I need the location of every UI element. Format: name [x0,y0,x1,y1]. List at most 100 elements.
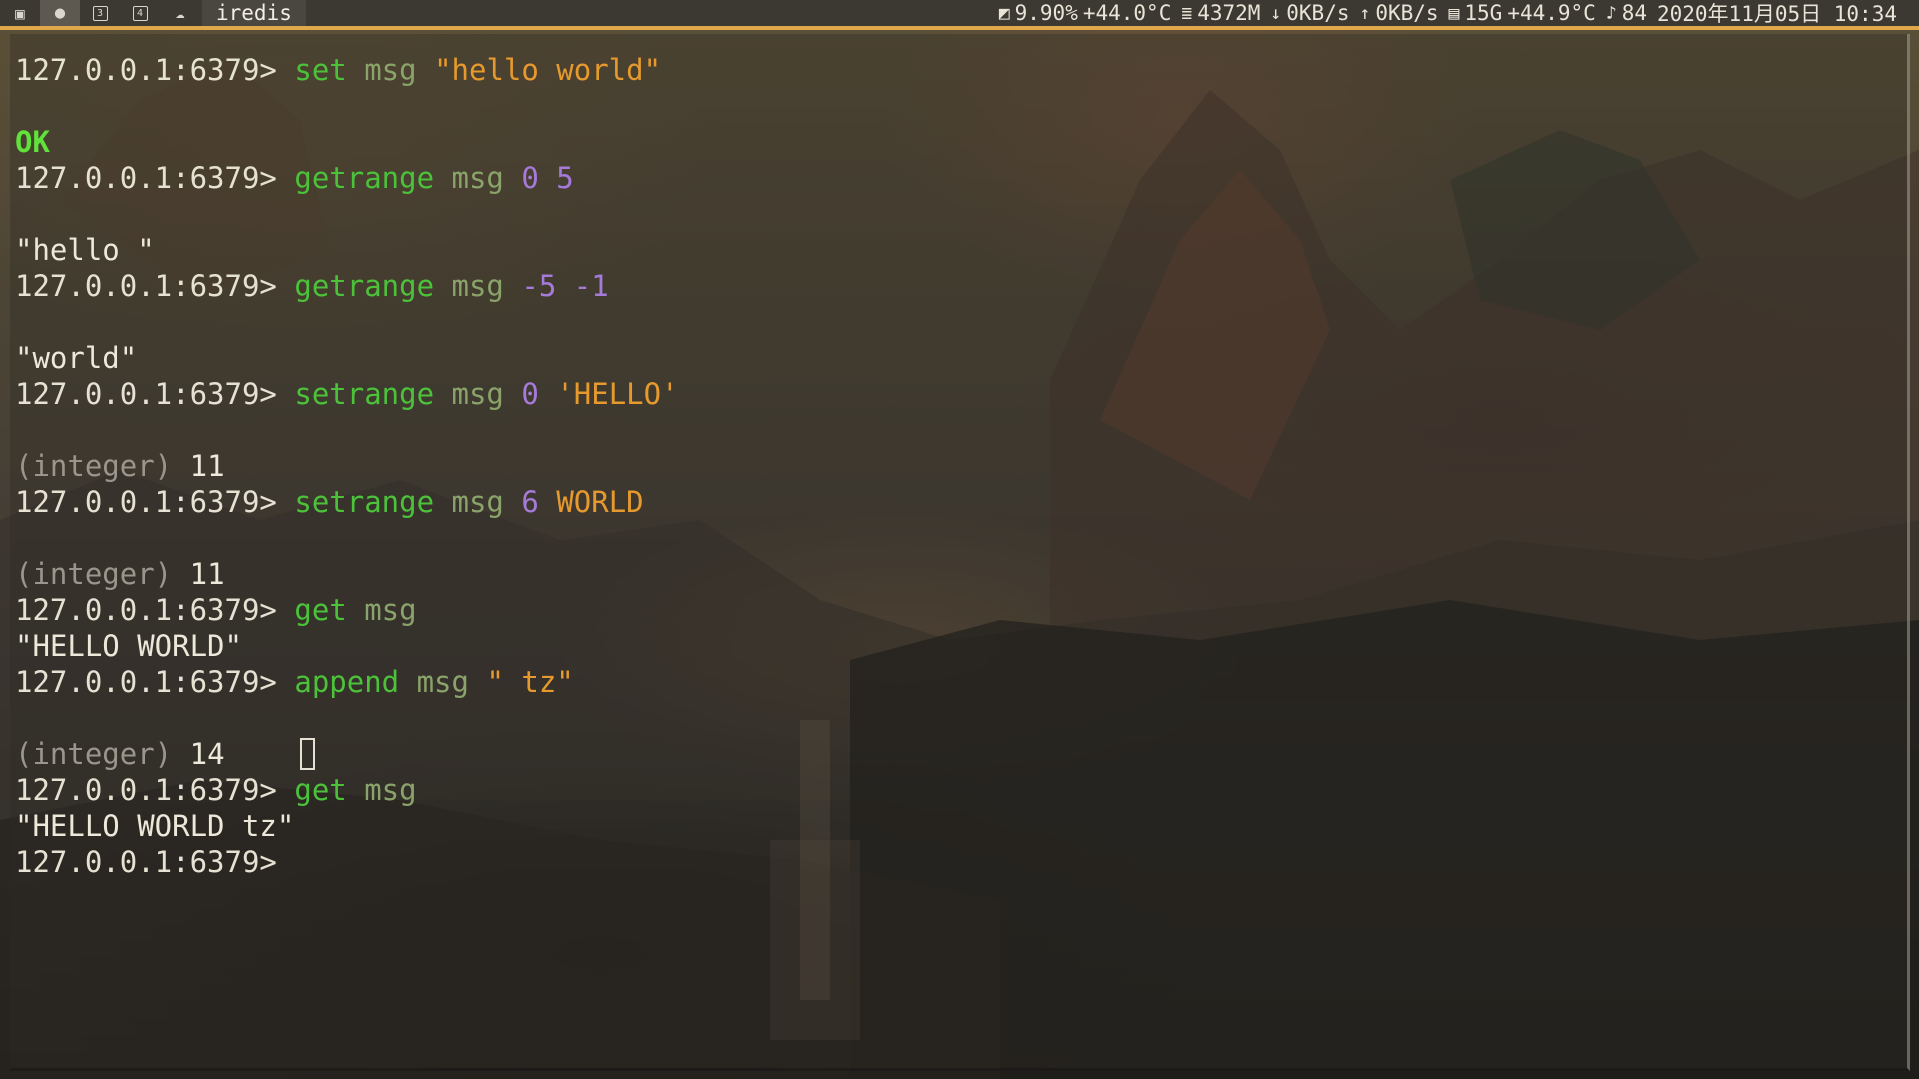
memory-usage: 4372M [1197,1,1261,25]
terminal-text-cmd: setrange [294,485,435,519]
terminal-line: "HELLO WORLD" [15,628,679,664]
terminal-text-cmd: getrange [294,269,435,303]
terminal-text-plain [347,593,364,627]
download-rate: 0KB/s [1286,1,1350,25]
terminal-text-plain [539,485,556,519]
terminal-text-str: "hello world" [434,53,662,87]
workspace-4-button[interactable]: 4 [120,0,160,26]
desktop: ▣ ● 3 4 ☁ iredis ◩ 9.90% +44.0°C ≣ 4372M [0,0,1919,1079]
disk-status: ▤ 15G +44.9°C [1449,1,1596,25]
workspace-active-button[interactable]: ● [40,0,80,26]
terminal-text-plain [539,377,556,411]
terminal-text-num: 0 [521,377,539,411]
terminal-text-plain [469,665,486,699]
upload-status: ↑ 0KB/s [1359,1,1438,25]
terminal-line: OK [15,124,679,160]
terminal-window[interactable]: 127.0.0.1:6379> set msg "hello world" OK 1… [10,34,1910,1071]
terminal-text-str: WORLD [556,485,644,519]
top-bar: ▣ ● 3 4 ☁ iredis ◩ 9.90% +44.0°C ≣ 4372M [0,0,1919,30]
cpu-usage: 9.90% [1014,1,1078,25]
terminal-text-plain: 11 [189,557,225,591]
terminal-line: 127.0.0.1:6379> get msg [15,772,679,808]
terminal-line: (integer) 14 [15,736,679,772]
clock[interactable]: 2020年11月05日 10:34 [1657,0,1897,28]
workspace-4-icon: 4 [132,5,148,21]
terminal-text-cmd: get [294,773,347,807]
window-title[interactable]: iredis [202,0,306,26]
terminal-text-plain [504,377,521,411]
terminal-text-plain [434,269,451,303]
terminal-text-str: 'HELLO' [556,377,679,411]
terminal-text-muted: (integer) [15,557,190,591]
bell-icon: ♪ [1605,2,1617,24]
terminal-line: 127.0.0.1:6379> setrange msg 6 WORLD [15,484,679,520]
terminal-text-cmd: append [294,665,400,699]
terminal-text-cmd: get [294,593,347,627]
terminal-line: 127.0.0.1:6379> set msg "hello world" [15,52,679,88]
terminal-text-plain [504,161,521,195]
terminal-text-key: msg [451,485,504,519]
workspace-cloud-button[interactable]: ☁ [160,0,200,26]
terminal-text-plain [417,53,434,87]
workspace-3-button[interactable]: 3 [80,0,120,26]
terminal-text-plain [504,485,521,519]
terminal-text-ok: OK [15,125,50,159]
cpu-temp: +44.0°C [1082,1,1172,25]
terminal-line: "hello " [15,232,679,268]
terminal-text-prompt: 127.0.0.1:6379> [15,845,295,879]
terminal-text-prompt: 127.0.0.1:6379> [15,485,295,519]
terminal-text-plain: "HELLO WORLD tz" [15,809,295,843]
terminal-output[interactable]: 127.0.0.1:6379> set msg "hello world" OK 1… [15,52,679,880]
download-status: ↓ 0KB/s [1270,1,1349,25]
terminal-text-plain [434,377,451,411]
terminal-line: "world" [15,340,679,376]
terminal-text-plain [434,485,451,519]
terminal-text-key: msg [416,665,469,699]
cloud-icon: ☁ [175,4,185,22]
upload-arrow-icon: ↑ [1359,2,1371,24]
cpu-chart-icon: ◩ [998,2,1010,24]
window-title-label: iredis [216,1,292,25]
terminal-line: 127.0.0.1:6379> getrange msg 0 5 [15,160,679,196]
status-bar: ◩ 9.90% +44.0°C ≣ 4372M ↓ 0KB/s ↑ 0KB/s … [999,0,1897,28]
terminal-text-plain [434,161,451,195]
terminal-text-key: msg [364,53,417,87]
terminal-line: 127.0.0.1:6379> getrange msg -5 -1 [15,268,679,304]
terminal-text-prompt: 127.0.0.1:6379> [15,773,295,807]
terminal-text-key: msg [364,773,417,807]
terminal-text-key: msg [364,593,417,627]
cursor-spacer [225,737,295,771]
terminal-text-prompt: 127.0.0.1:6379> [15,161,295,195]
terminal-text-plain [347,773,364,807]
terminal-line: (integer) 11 [15,448,679,484]
terminal-text-plain [347,53,364,87]
terminal-line: 127.0.0.1:6379> append msg " tz" [15,664,679,700]
terminal-text-num: 6 [521,485,539,519]
terminal-line: 127.0.0.1:6379> setrange msg 0 'HELLO' [15,376,679,412]
upload-rate: 0KB/s [1375,1,1439,25]
terminal-text-key: msg [451,377,504,411]
terminal-icon: ▣ [15,3,25,23]
terminal-text-muted: (integer) [15,737,190,771]
terminal-line: 127.0.0.1:6379> [15,844,679,880]
database-icon: ≣ [1181,2,1193,24]
terminal-line: "HELLO WORLD tz" [15,808,679,844]
notification-status[interactable]: ♪ 84 [1606,1,1647,25]
terminal-text-prompt: 127.0.0.1:6379> [15,53,295,87]
notification-count: 84 [1621,1,1647,25]
terminal-text-plain: "world" [15,341,138,375]
terminal-text-num: -5 -1 [521,269,609,303]
disk-free: 15G [1464,1,1503,25]
download-arrow-icon: ↓ [1270,2,1282,24]
terminal-text-plain: "HELLO WORLD" [15,629,242,663]
terminal-text-str: " tz" [486,665,574,699]
text-cursor [300,738,316,770]
workspace-terminal-button[interactable]: ▣ [0,0,40,26]
terminal-text-num: 0 5 [521,161,574,195]
terminal-text-prompt: 127.0.0.1:6379> [15,269,295,303]
terminal-text-prompt: 127.0.0.1:6379> [15,665,295,699]
